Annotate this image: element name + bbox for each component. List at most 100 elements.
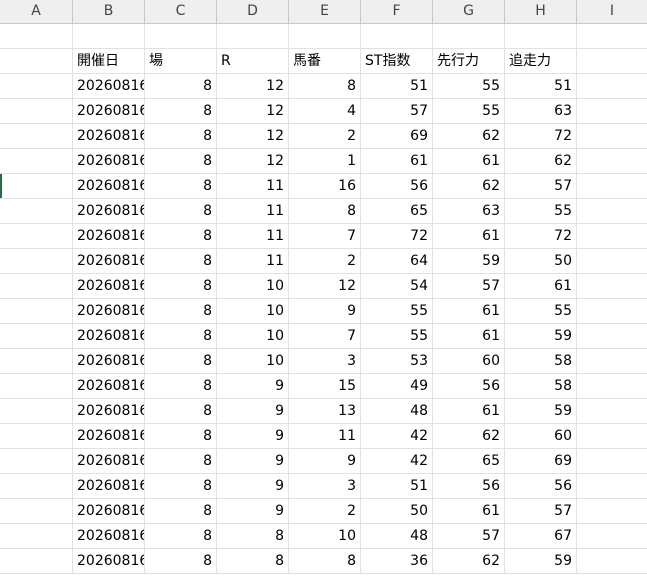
cell-i[interactable] <box>577 49 647 74</box>
cell-horse-number[interactable]: 12 <box>289 274 361 299</box>
cell-leading-power[interactable]: 61 <box>433 499 505 524</box>
cell-a[interactable] <box>0 249 73 274</box>
cell-i[interactable] <box>577 99 647 124</box>
column-header-d[interactable]: D <box>217 0 289 23</box>
cell-i[interactable] <box>577 149 647 174</box>
cell-chasing-power[interactable]: 59 <box>505 399 577 424</box>
cell-date[interactable]: 20260816 <box>73 499 145 524</box>
cell-date[interactable]: 20260816 <box>73 99 145 124</box>
cell-st-index[interactable]: 56 <box>361 174 433 199</box>
cell-st-index[interactable]: 55 <box>361 299 433 324</box>
cell-st-index[interactable]: 51 <box>361 474 433 499</box>
cell-e[interactable] <box>289 24 361 49</box>
column-header-e[interactable]: E <box>289 0 361 23</box>
cell-i[interactable] <box>577 74 647 99</box>
column-header-f[interactable]: F <box>361 0 433 23</box>
cell-chasing-power[interactable]: 58 <box>505 349 577 374</box>
cell-chasing-power[interactable]: 60 <box>505 424 577 449</box>
cell-leading-power[interactable]: 62 <box>433 549 505 574</box>
cell-date[interactable]: 20260816 <box>73 174 145 199</box>
cell-race[interactable]: 9 <box>217 374 289 399</box>
cell-st-index[interactable]: 72 <box>361 224 433 249</box>
cell-horse-number[interactable]: 13 <box>289 399 361 424</box>
cell-chasing-power[interactable]: 62 <box>505 149 577 174</box>
cell-a[interactable] <box>0 524 73 549</box>
cell-leading-power[interactable]: 61 <box>433 324 505 349</box>
cell-chasing-power[interactable]: 56 <box>505 474 577 499</box>
cell-venue[interactable]: 8 <box>145 274 217 299</box>
cell-venue[interactable]: 8 <box>145 124 217 149</box>
cell-a[interactable] <box>0 399 73 424</box>
cell-race[interactable]: 9 <box>217 399 289 424</box>
cell-leading-power[interactable]: 62 <box>433 124 505 149</box>
cell-st-index[interactable]: 42 <box>361 424 433 449</box>
cell-leading-power[interactable]: 55 <box>433 99 505 124</box>
cell-leading-power[interactable]: 56 <box>433 474 505 499</box>
cell-a[interactable] <box>0 224 73 249</box>
cell-race[interactable]: 11 <box>217 199 289 224</box>
cell-a[interactable] <box>0 499 73 524</box>
cell-venue[interactable]: 8 <box>145 149 217 174</box>
cell-chasing-power[interactable]: 58 <box>505 374 577 399</box>
cell-horse-number[interactable]: 9 <box>289 299 361 324</box>
cell-horse-number[interactable]: 7 <box>289 224 361 249</box>
cell-i[interactable] <box>577 474 647 499</box>
cell-a[interactable] <box>0 49 73 74</box>
cell-date[interactable]: 20260816 <box>73 124 145 149</box>
cell-chasing-power[interactable]: 57 <box>505 174 577 199</box>
cell-st-index[interactable]: 61 <box>361 149 433 174</box>
cell-i[interactable] <box>577 199 647 224</box>
cell-venue[interactable]: 8 <box>145 374 217 399</box>
cell-a[interactable] <box>0 174 73 199</box>
header-cell-horse-number[interactable]: 馬番 <box>289 49 361 74</box>
cell-venue[interactable]: 8 <box>145 74 217 99</box>
cell-st-index[interactable]: 53 <box>361 349 433 374</box>
cell-venue[interactable]: 8 <box>145 299 217 324</box>
cell-b[interactable] <box>73 24 145 49</box>
cell-venue[interactable]: 8 <box>145 349 217 374</box>
header-cell-venue[interactable]: 場 <box>145 49 217 74</box>
cell-venue[interactable]: 8 <box>145 424 217 449</box>
cell-race[interactable]: 10 <box>217 349 289 374</box>
header-cell-chasing-power[interactable]: 追走力 <box>505 49 577 74</box>
cell-horse-number[interactable]: 16 <box>289 174 361 199</box>
cell-i[interactable] <box>577 499 647 524</box>
cell-horse-number[interactable]: 2 <box>289 499 361 524</box>
column-header-a[interactable]: A <box>0 0 73 23</box>
cell-st-index[interactable]: 69 <box>361 124 433 149</box>
cell-horse-number[interactable]: 11 <box>289 424 361 449</box>
cell-chasing-power[interactable]: 55 <box>505 299 577 324</box>
cell-venue[interactable]: 8 <box>145 224 217 249</box>
cell-leading-power[interactable]: 57 <box>433 274 505 299</box>
cell-race[interactable]: 10 <box>217 324 289 349</box>
cell-i[interactable] <box>577 399 647 424</box>
cell-race[interactable]: 12 <box>217 149 289 174</box>
cell-i[interactable] <box>577 424 647 449</box>
cell-st-index[interactable]: 49 <box>361 374 433 399</box>
cell-i[interactable] <box>577 449 647 474</box>
cell-race[interactable]: 11 <box>217 249 289 274</box>
cell-st-index[interactable]: 55 <box>361 324 433 349</box>
cell-leading-power[interactable]: 65 <box>433 449 505 474</box>
cell-leading-power[interactable]: 55 <box>433 74 505 99</box>
cell-venue[interactable]: 8 <box>145 399 217 424</box>
cell-leading-power[interactable]: 57 <box>433 524 505 549</box>
cell-a[interactable] <box>0 374 73 399</box>
cell-horse-number[interactable]: 1 <box>289 149 361 174</box>
cell-chasing-power[interactable]: 57 <box>505 499 577 524</box>
cell-st-index[interactable]: 48 <box>361 399 433 424</box>
cell-venue[interactable]: 8 <box>145 499 217 524</box>
column-header-c[interactable]: C <box>145 0 217 23</box>
cell-venue[interactable]: 8 <box>145 549 217 574</box>
cell-date[interactable]: 20260816 <box>73 549 145 574</box>
cell-venue[interactable]: 8 <box>145 324 217 349</box>
cell-leading-power[interactable]: 59 <box>433 249 505 274</box>
cell-c[interactable] <box>145 24 217 49</box>
cell-i[interactable] <box>577 174 647 199</box>
cell-a[interactable] <box>0 349 73 374</box>
cell-i[interactable] <box>577 249 647 274</box>
cell-leading-power[interactable]: 61 <box>433 149 505 174</box>
header-cell-date[interactable]: 開催日 <box>73 49 145 74</box>
cell-i[interactable] <box>577 549 647 574</box>
cell-i[interactable] <box>577 374 647 399</box>
